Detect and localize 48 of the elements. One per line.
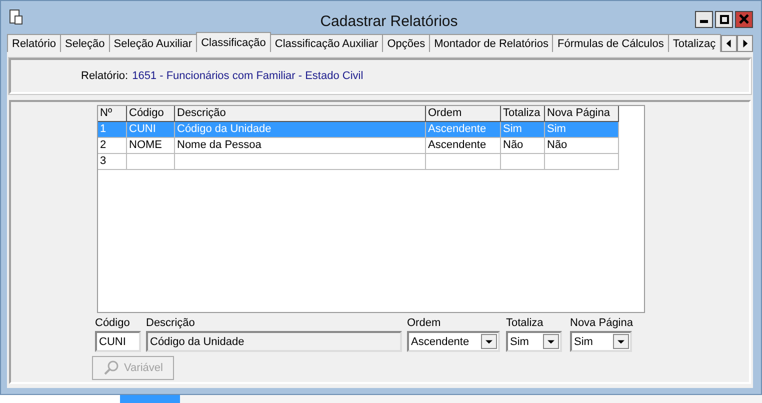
tab[interactable]: Opções: [382, 34, 430, 52]
tab[interactable]: Fórmulas de Cálculos: [552, 34, 669, 52]
tab[interactable]: Seleção Auxiliar: [108, 34, 198, 52]
tab[interactable]: Classificação: [196, 32, 271, 52]
maximize-button[interactable]: [715, 10, 733, 28]
table-cell[interactable]: [545, 154, 619, 170]
table-cell[interactable]: [175, 154, 426, 170]
table-cell[interactable]: [426, 154, 501, 170]
table-cell[interactable]: NOME: [127, 138, 175, 154]
input-field[interactable]: Código da Unidade: [146, 331, 402, 352]
tab[interactable]: Classificação Auxiliar: [270, 34, 384, 52]
table-cell[interactable]: [501, 154, 545, 170]
tab[interactable]: Relatório: [7, 34, 62, 52]
window-title: Cadastrar Relatórios: [319, 12, 459, 30]
scroll-right-icon[interactable]: [737, 35, 753, 52]
report-label: Relatório:: [81, 70, 128, 82]
dropdown[interactable]: Ascendente: [407, 331, 500, 352]
scroll-left-icon[interactable]: [721, 35, 737, 52]
table-cell[interactable]: Não: [501, 138, 545, 154]
table-cell[interactable]: Não: [545, 138, 619, 154]
minimize-button[interactable]: [695, 10, 713, 28]
table-cell[interactable]: [127, 154, 175, 170]
column-header[interactable]: Nº: [98, 106, 127, 122]
tab[interactable]: Seleção: [60, 34, 110, 52]
field-label: Nova Página: [570, 316, 633, 330]
maximize-icon: [720, 14, 728, 24]
field-label: Descrição: [146, 316, 195, 330]
column-header[interactable]: Código: [127, 106, 175, 122]
input-field[interactable]: CUNI: [95, 331, 141, 352]
column-header[interactable]: Descrição: [175, 106, 426, 122]
tab[interactable]: Montador de Relatórios: [429, 34, 554, 52]
column-header[interactable]: Totaliza: [501, 106, 545, 122]
field-label: Totaliza: [506, 316, 544, 330]
column-header[interactable]: Ordem: [426, 106, 501, 122]
app-icon: [9, 9, 23, 25]
close-button[interactable]: [735, 10, 753, 28]
dropdown[interactable]: Sim: [506, 331, 562, 352]
table-cell[interactable]: 2: [98, 138, 127, 154]
field-label: Ordem: [407, 316, 441, 330]
field-label: Código: [95, 316, 130, 330]
dropdown[interactable]: Sim: [570, 331, 632, 352]
report-name: 1651 - Funcionários com Familiar - Estado Civil: [132, 70, 364, 82]
close-icon: [739, 14, 749, 24]
table-cell[interactable]: 3: [98, 154, 127, 170]
table-cell[interactable]: Ascendente: [426, 138, 501, 154]
table-cell[interactable]: Nome da Pessoa: [175, 138, 426, 154]
column-header[interactable]: Nova Página: [545, 106, 619, 122]
tab[interactable]: Totalizaç: [668, 34, 721, 52]
